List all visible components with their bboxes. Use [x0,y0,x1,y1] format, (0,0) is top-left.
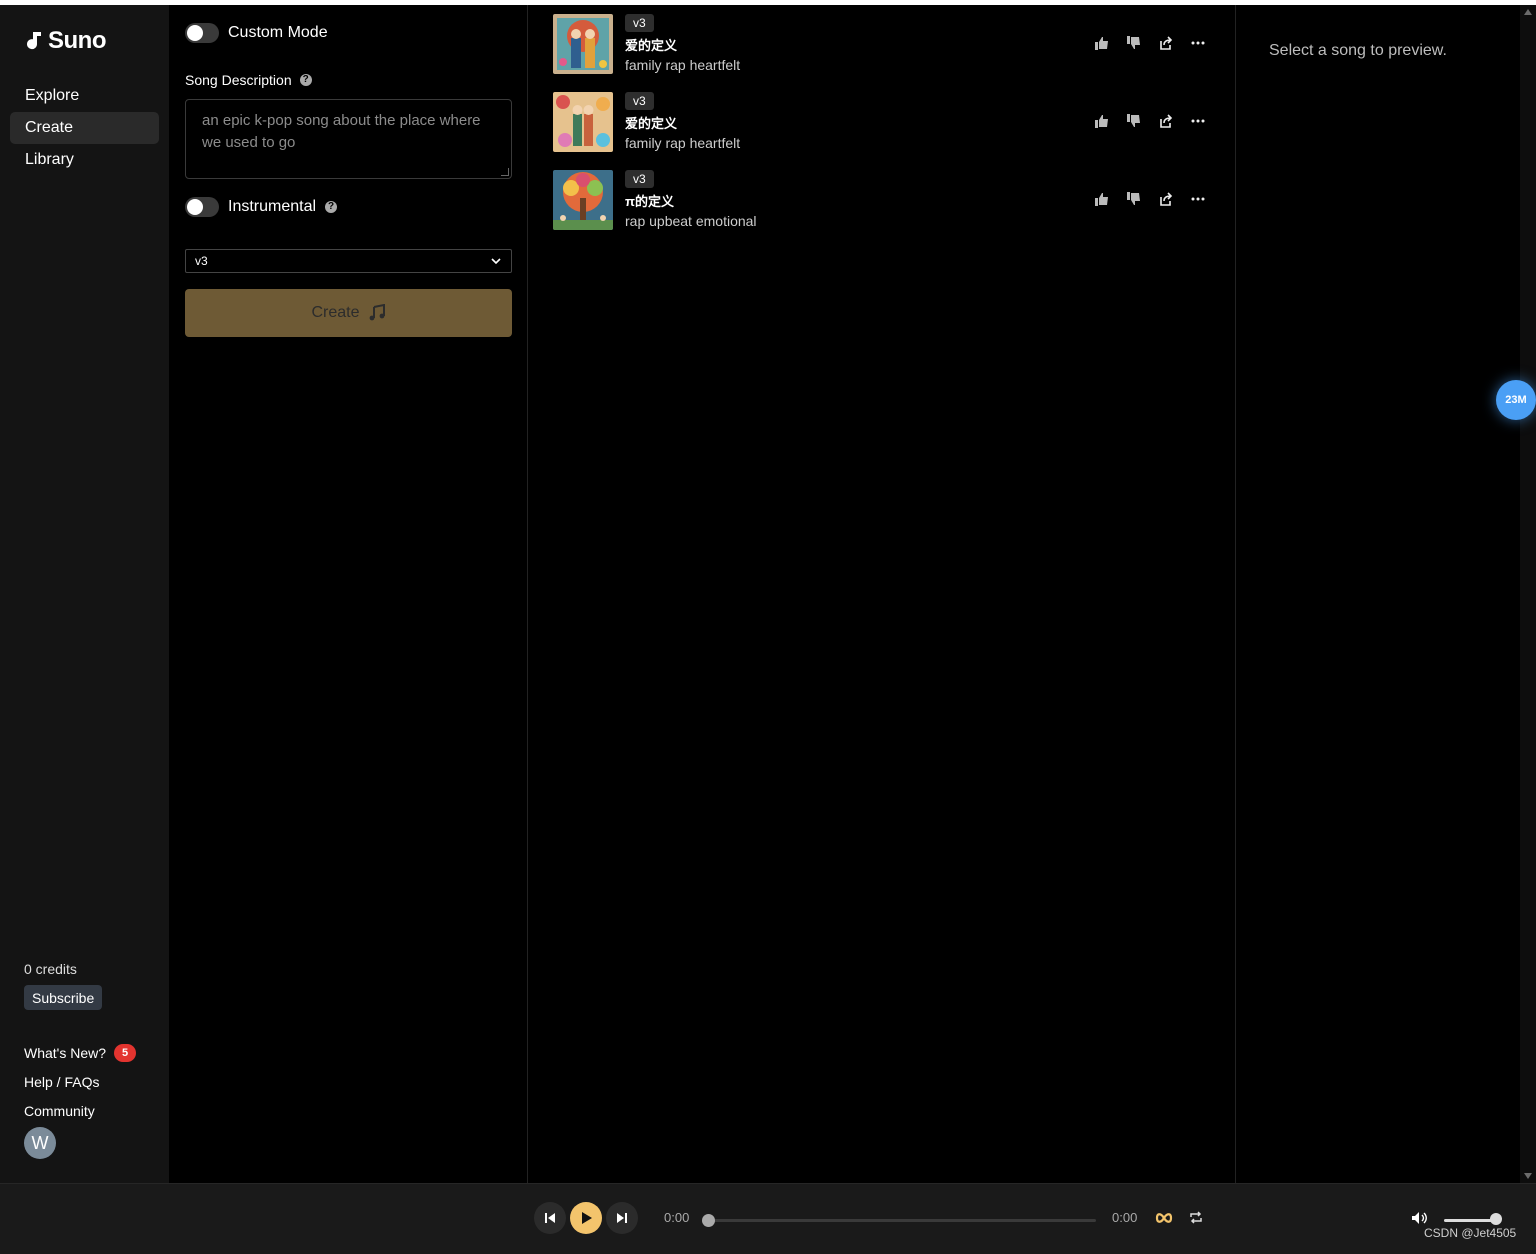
repeat-icon[interactable] [1189,1211,1203,1229]
thumbs-down-icon[interactable] [1125,34,1143,52]
version-badge: v3 [625,170,654,188]
song-tags: family rap heartfelt [625,135,741,151]
tree-of-life-cover[interactable] [553,170,613,230]
thumbs-up-icon[interactable] [1093,112,1111,130]
song-row[interactable]: v3 爱的定义 family rap heartfelt [553,14,1213,76]
credits-count: 0 credits [24,961,77,977]
current-time: 0:00 [664,1210,690,1225]
main-nav: Explore Create Library [10,80,159,176]
sidebar-links: What's New? 5 Help / FAQs Community [24,1038,137,1125]
suno-logo[interactable]: Suno [24,27,107,55]
song-description-label-row: Song Description ? [185,72,312,88]
thumbs-up-icon[interactable] [1093,190,1111,208]
total-time: 0:00 [1112,1210,1138,1225]
question-mark-icon[interactable]: ? [325,201,338,213]
model-version-value: v3 [195,254,208,268]
song-actions [1093,190,1207,208]
subscribe-button[interactable]: Subscribe [24,985,103,1010]
community-link[interactable]: Community [24,1096,136,1125]
resize-handle[interactable] [501,168,509,176]
help-faqs-link[interactable]: Help / FAQs [24,1067,136,1096]
create-panel: Custom Mode Song Description ? an epic k… [169,5,528,1183]
song-description-placeholder: an epic k-pop song about the place where… [202,112,481,151]
song-description-input[interactable]: an epic k-pop song about the place where… [185,99,512,179]
notification-badge: 5 [114,1043,137,1062]
family-painting-cover[interactable] [553,14,613,74]
play-icon [582,1212,592,1224]
song-tags: rap upbeat emotional [625,213,757,229]
scroll-up-arrow-icon[interactable] [1524,9,1532,15]
music-note-logo-icon [27,32,41,50]
song-row[interactable]: v3 π的定义 rap upbeat emotional [553,170,1213,232]
custom-mode-label: Custom Mode [228,24,328,41]
volume-knob[interactable] [1490,1213,1502,1225]
question-mark-icon[interactable]: ? [299,74,312,86]
app-window: Suno Explore Create Library 0 credits Su… [0,5,1536,1254]
preview-empty-text: Select a song to preview. [1269,42,1447,59]
whats-new-link[interactable]: What's New? 5 [24,1038,137,1067]
share-icon[interactable] [1157,190,1175,208]
thumbs-up-icon[interactable] [1093,34,1111,52]
share-icon[interactable] [1157,112,1175,130]
song-list: v3 爱的定义 family rap heartfelt v3 爱的定义 fam… [529,5,1236,1183]
family-flowers-cover[interactable] [553,92,613,152]
share-icon[interactable] [1157,34,1175,52]
more-options-icon[interactable] [1189,190,1207,208]
watermark: CSDN @Jet4505 [1424,1226,1517,1240]
song-description-label: Song Description [185,72,292,88]
progress-bar[interactable] [702,1214,1096,1227]
instrumental-row: Instrumental ? [185,197,338,217]
loop-infinity-icon[interactable] [1155,1211,1173,1229]
audio-player: 0:00 0:00 [0,1183,1536,1254]
song-tags: family rap heartfelt [625,57,741,73]
song-actions [1093,34,1207,52]
floating-extension-badge[interactable]: 23M [1496,380,1536,420]
thumbs-down-icon[interactable] [1125,112,1143,130]
vertical-scrollbar[interactable] [1520,5,1536,1183]
version-badge: v3 [625,14,654,32]
create-button[interactable]: Create [185,289,512,337]
preview-panel: Select a song to preview. [1237,5,1520,1183]
version-badge: v3 [625,92,654,110]
logo-text: Suno [48,27,107,54]
song-title[interactable]: 爱的定义 [625,35,677,54]
instrumental-label: Instrumental [228,198,317,215]
more-options-icon[interactable] [1189,112,1207,130]
instrumental-toggle[interactable] [185,197,219,217]
previous-track-button[interactable] [534,1202,566,1234]
nav-create[interactable]: Create [10,112,159,144]
music-note-icon [369,304,385,321]
thumbs-down-icon[interactable] [1125,190,1143,208]
nav-explore[interactable]: Explore [10,80,159,112]
model-version-select[interactable]: v3 [185,249,512,273]
song-title[interactable]: π的定义 [625,191,674,210]
song-title[interactable]: 爱的定义 [625,113,677,132]
skip-back-icon [545,1213,555,1223]
song-row[interactable]: v3 爱的定义 family rap heartfelt [553,92,1213,154]
user-avatar[interactable]: W [24,1127,56,1159]
whats-new-label: What's New? [24,1044,107,1061]
custom-mode-row: Custom Mode [185,23,328,43]
skip-forward-icon [617,1213,627,1223]
scroll-down-arrow-icon[interactable] [1524,1173,1532,1179]
chevron-down-icon [491,258,501,265]
nav-library[interactable]: Library [10,144,159,176]
progress-knob[interactable] [702,1214,715,1227]
volume-slider[interactable] [1444,1219,1496,1222]
song-actions [1093,112,1207,130]
sidebar: Suno Explore Create Library 0 credits Su… [0,5,169,1183]
next-track-button[interactable] [606,1202,638,1234]
play-button[interactable] [570,1202,602,1234]
more-options-icon[interactable] [1189,34,1207,52]
create-button-label: Create [311,304,360,321]
custom-mode-toggle[interactable] [185,23,219,43]
